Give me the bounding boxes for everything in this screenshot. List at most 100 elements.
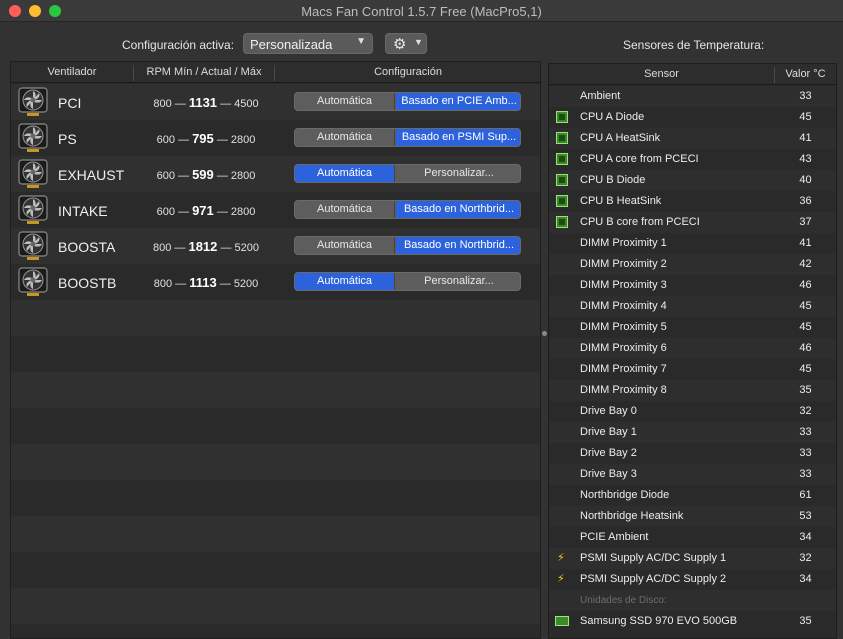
rpm-max: 5200 [234,242,259,254]
custom-mode-button[interactable]: Personalizar... [396,165,520,182]
sensor-value: 34 [799,573,812,585]
rpm-min: 600 [156,170,175,182]
empty-row [11,372,540,408]
sensor-row[interactable]: DIMM Proximity 7 45 [549,359,836,380]
split-view-divider[interactable] [542,331,547,336]
settings-menu-button[interactable]: ⚙ ▼ [385,33,427,54]
sensor-name: DIMM Proximity 1 [580,237,667,249]
fan-mode-control: Automática Basado en Northbrid... [294,200,521,219]
sensor-name: Ambient [580,90,621,102]
column-header-rpm[interactable]: RPM Mín / Actual / Máx [134,66,274,78]
column-header-value[interactable]: Valor °C [775,68,836,80]
sensor-name: DIMM Proximity 2 [580,258,667,270]
chip-icon [556,132,568,144]
fan-rpm: 800 — 1812 — 5200 [131,239,281,254]
auto-mode-button[interactable]: Automática [295,237,395,254]
sensor-value: 45 [799,111,812,123]
preset-value: Personalizada [250,37,333,52]
empty-row [11,480,540,516]
custom-mode-button[interactable]: Basado en PSMI Sup... [396,129,520,146]
fan-row[interactable]: INTAKE 600 — 971 — 2800 Automática Basado e… [11,192,540,228]
sensor-row[interactable]: DIMM Proximity 8 35 [549,380,836,401]
sensor-row[interactable]: CPU A core from PCECI 43 [549,149,836,170]
disks-section-label: Unidades de Disco: [580,595,667,606]
sensor-row[interactable]: CPU A Diode 45 [549,107,836,128]
sensor-row[interactable]: Drive Bay 0 32 [549,401,836,422]
rpm-min: 600 [156,206,175,218]
column-header-fan[interactable]: Ventilador [11,66,133,78]
auto-mode-button[interactable]: Automática [295,273,395,290]
fan-row[interactable]: EXHAUST 600 — 599 — 2800 Automática Persona… [11,156,540,192]
auto-mode-button[interactable]: Automática [295,165,395,182]
auto-mode-button[interactable]: Automática [295,93,395,110]
sensor-value: 45 [799,321,812,333]
sensor-name: Northbridge Diode [580,489,670,501]
sensor-row[interactable]: Northbridge Diode 61 [549,485,836,506]
rpm-separator: — [178,134,190,146]
sensor-row[interactable]: CPU B core from PCECI 37 [549,212,836,233]
chevron-down-icon: ▼ [414,37,423,47]
fan-icon [18,87,48,117]
sensor-row[interactable]: CPU B HeatSink 36 [549,191,836,212]
custom-mode-button[interactable]: Basado en PCIE Amb... [396,93,520,110]
bolt-icon: ⚡ [557,552,565,564]
empty-row [11,588,540,624]
column-header-sensor[interactable]: Sensor [549,68,774,80]
fan-rpm: 800 — 1113 — 5200 [131,275,281,290]
sensor-value: 40 [799,174,812,186]
fan-row[interactable]: PS 600 — 795 — 2800 Automática Basado en PS… [11,120,540,156]
rpm-min: 800 [152,242,172,254]
disk-row[interactable]: Samsung SSD 970 EVO 500GB 35 [549,611,836,632]
fan-name: EXHAUST [58,167,125,183]
sensor-value: 36 [799,195,812,207]
fan-row[interactable]: BOOSTA 800 — 1812 — 5200 Automática Basado … [11,228,540,264]
rpm-current: 1131 [188,95,218,110]
sensor-row[interactable]: Drive Bay 1 33 [549,422,836,443]
preset-popup-button[interactable]: Personalizada ▼ [243,33,373,54]
sensor-row[interactable]: Drive Bay 3 33 [549,464,836,485]
chip-icon [556,153,568,165]
empty-row [11,336,540,372]
custom-mode-button[interactable]: Basado en Northbrid... [396,237,520,254]
sensor-row[interactable]: ⚡ PSMI Supply AC/DC Supply 1 32 [549,548,836,569]
sensor-row[interactable]: PCIE Ambient 34 [549,527,836,548]
sensor-name: PSMI Supply AC/DC Supply 2 [580,573,727,585]
disk-value: 35 [799,615,812,627]
custom-mode-button[interactable]: Personalizar... [396,273,520,290]
rpm-max: 2800 [230,206,256,218]
sensor-value: 33 [799,90,812,102]
sensor-row[interactable]: DIMM Proximity 5 45 [549,317,836,338]
sensor-row[interactable]: DIMM Proximity 1 41 [549,233,836,254]
sensor-name: DIMM Proximity 4 [580,300,667,312]
auto-mode-button[interactable]: Automática [295,201,395,218]
chip-icon [556,195,568,207]
rpm-current: 599 [192,167,214,182]
sensor-row[interactable]: Ambient 33 [549,86,836,107]
auto-mode-button[interactable]: Automática [295,129,395,146]
sensor-row[interactable]: CPU B Diode 40 [549,170,836,191]
column-header-config[interactable]: Configuración [275,66,540,78]
sensor-row[interactable]: DIMM Proximity 3 46 [549,275,836,296]
sensor-value: 33 [799,447,812,459]
sensor-value: 32 [799,552,812,564]
sensor-value: 35 [799,384,812,396]
sensor-row[interactable]: Drive Bay 2 33 [549,443,836,464]
fan-icon [18,159,48,189]
sensor-row[interactable]: DIMM Proximity 6 46 [549,338,836,359]
sensor-row[interactable]: CPU A HeatSink 41 [549,128,836,149]
sensor-name: Drive Bay 2 [580,447,637,459]
sensor-row[interactable]: DIMM Proximity 2 42 [549,254,836,275]
sensor-row[interactable]: Northbridge Heatsink 53 [549,506,836,527]
sensor-value: 34 [799,531,812,543]
active-config-label: Configuración activa: [122,38,235,52]
custom-mode-button[interactable]: Basado en Northbrid... [396,201,520,218]
empty-row [11,408,540,444]
fan-row[interactable]: PCI 800 — 1131 — 4500 Automática Basado en … [11,84,540,120]
sensor-row[interactable]: ⚡ PSMI Supply AC/DC Supply 2 34 [549,569,836,590]
sensor-value: 45 [799,300,812,312]
rpm-separator: — [216,206,228,218]
fan-row[interactable]: BOOSTB 800 — 1113 — 5200 Automática Persona… [11,264,540,300]
sensor-row[interactable]: DIMM Proximity 4 45 [549,296,836,317]
chip-icon [556,174,568,186]
rpm-max: 5200 [233,278,259,290]
